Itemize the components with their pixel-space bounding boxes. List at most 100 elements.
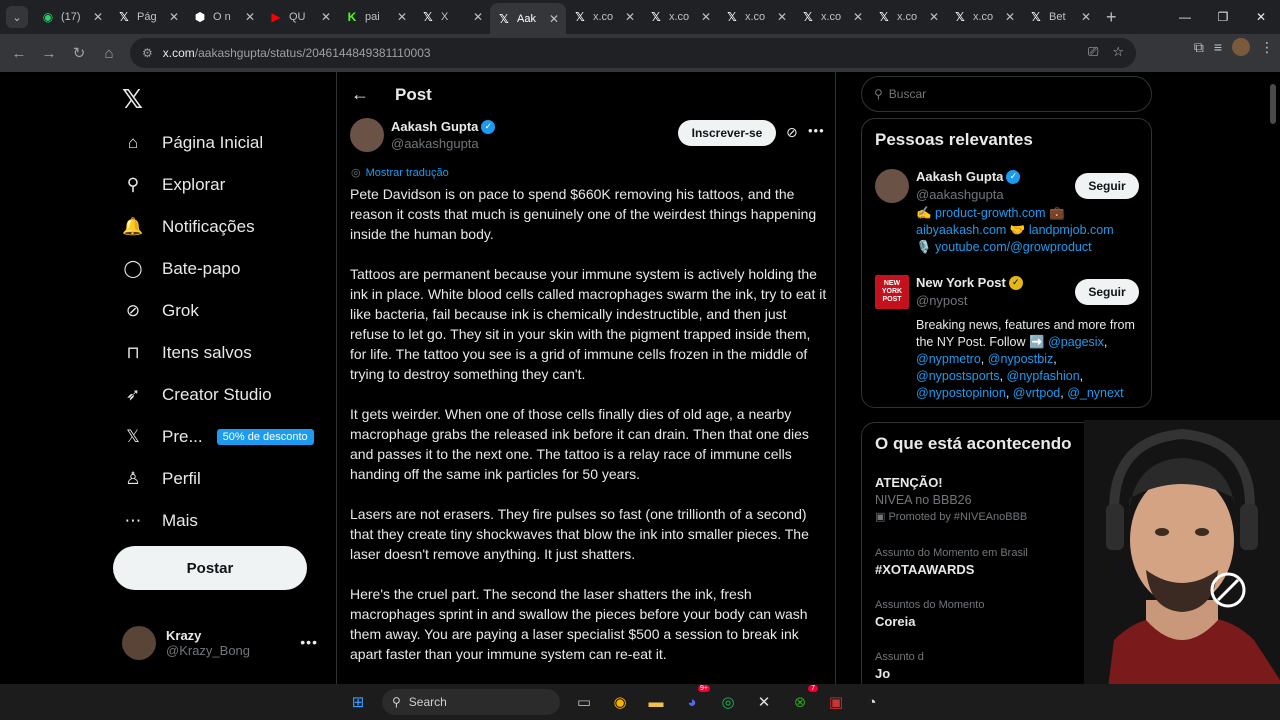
close-tab-icon[interactable]: ✕: [93, 10, 103, 24]
browser-tab[interactable]: 𝕏x.co ✕: [870, 3, 946, 31]
close-tab-icon[interactable]: ✕: [473, 10, 483, 24]
bio-link[interactable]: aibyaakash.com: [916, 223, 1006, 237]
more-icon[interactable]: •••: [808, 123, 825, 138]
browser-tab[interactable]: Kpai ✕: [338, 3, 414, 31]
search-input[interactable]: ⚲ Buscar: [861, 76, 1152, 112]
clock-app-icon[interactable]: ◔: [860, 690, 884, 714]
home-icon[interactable]: ⌂: [94, 38, 124, 68]
browser-tab[interactable]: 𝕏 Aak ✕: [490, 3, 566, 34]
nav-item-itens-salvos[interactable]: ⊓ Itens salvos: [114, 332, 314, 374]
bio-link[interactable]: @pagesix: [1048, 335, 1104, 349]
nav-item-pre-[interactable]: 𝕏 Pre... 50% de desconto: [114, 416, 314, 458]
grok-icon[interactable]: ⊘: [786, 124, 798, 141]
close-tab-icon[interactable]: ✕: [777, 10, 787, 24]
reload-icon[interactable]: ↻: [64, 38, 94, 68]
follow-button[interactable]: Seguir: [1075, 173, 1139, 199]
bio-link[interactable]: youtube.com/@growproduct: [935, 240, 1092, 254]
browser-tab[interactable]: 𝕏x.co ✕: [642, 3, 718, 31]
avatar[interactable]: [350, 118, 384, 152]
bio-link[interactable]: @_nynext: [1067, 386, 1123, 400]
bio-link[interactable]: product-growth.com: [935, 206, 1045, 220]
author-name[interactable]: Aakash Gupta ✓: [391, 119, 496, 134]
task-view-icon[interactable]: ▭: [572, 690, 596, 714]
capture-app-icon[interactable]: ▣: [824, 690, 848, 714]
windows-start-icon[interactable]: ⊞: [346, 690, 370, 714]
bookmark-star-icon[interactable]: ☆: [1112, 44, 1124, 60]
bio-link[interactable]: @vrtpod: [1013, 386, 1060, 400]
discord-icon[interactable]: ◕ 9+: [680, 685, 710, 714]
post-button[interactable]: Postar: [113, 546, 307, 590]
bio-link[interactable]: @nypostsports: [916, 369, 1000, 383]
install-app-icon[interactable]: ⎚: [1088, 44, 1098, 60]
nav-item-grok[interactable]: ⊘ Grok: [114, 290, 314, 332]
close-tab-icon[interactable]: ✕: [549, 12, 559, 26]
new-tab-button[interactable]: +: [1106, 7, 1117, 28]
person-name[interactable]: Aakash Gupta ✓: [916, 169, 1021, 184]
close-tab-icon[interactable]: ✕: [1005, 10, 1015, 24]
close-tab-icon[interactable]: ✕: [321, 10, 331, 24]
translate-link[interactable]: ◎ Mostrar tradução: [351, 166, 449, 180]
nav-item-explorar[interactable]: ⚲ Explorar: [114, 164, 314, 206]
browser-tab[interactable]: 𝕏x.co ✕: [946, 3, 1022, 31]
browser-tab[interactable]: 𝕏 X ✕: [414, 3, 490, 31]
x-premium-icon: 𝕏: [126, 427, 140, 446]
close-tab-icon[interactable]: ✕: [169, 10, 179, 24]
author-handle[interactable]: @aakashgupta: [391, 136, 479, 151]
avatar[interactable]: [875, 169, 909, 203]
nav-item-perfil[interactable]: ♙ Perfil: [114, 458, 314, 500]
address-bar[interactable]: ⚙ x.com/aakashgupta/status/2046144849381…: [130, 38, 1136, 68]
extensions-icon[interactable]: ⧉: [1194, 39, 1204, 56]
xbox-icon[interactable]: ⊗ 7: [788, 685, 818, 714]
close-icon[interactable]: ✕: [1242, 0, 1280, 34]
close-tab-icon[interactable]: ✕: [245, 10, 255, 24]
follow-button[interactable]: Seguir: [1075, 279, 1139, 305]
browser-tab[interactable]: 𝕏x.co ✕: [566, 3, 642, 31]
browser-tab[interactable]: 𝕏x.co ✕: [794, 3, 870, 31]
maximize-icon[interactable]: ❐: [1204, 0, 1242, 34]
taskbar-search[interactable]: ⚲ Search: [382, 689, 560, 715]
forward-arrow-icon[interactable]: →: [34, 38, 64, 68]
tab-search-button[interactable]: ⌄: [6, 6, 28, 28]
account-switcher[interactable]: Krazy @Krazy_Bong •••: [122, 626, 322, 660]
nav-item-bate-papo[interactable]: ◯ Bate-papo: [114, 248, 314, 290]
nav-item-creator-studio[interactable]: ➶ Creator Studio: [114, 374, 314, 416]
bio-link[interactable]: @nypmetro: [916, 352, 981, 366]
nypost-logo[interactable]: NEW YORK POST: [875, 275, 909, 309]
close-tab-icon[interactable]: ✕: [701, 10, 711, 24]
file-explorer-icon[interactable]: ▬: [644, 690, 668, 714]
browser-tab[interactable]: ◉ (17) ✕: [34, 3, 110, 31]
site-info-icon[interactable]: ⚙: [142, 46, 153, 60]
browser-tab[interactable]: 𝕏 Bet ✕: [1022, 3, 1098, 31]
bio-link[interactable]: @nypostbiz: [988, 352, 1054, 366]
browser-menu-icon[interactable]: ⋮: [1260, 39, 1274, 56]
spotify-icon[interactable]: ◎: [716, 690, 740, 714]
close-tab-icon[interactable]: ✕: [1081, 10, 1091, 24]
page-scrollbar[interactable]: [1270, 84, 1276, 124]
close-tab-icon[interactable]: ✕: [397, 10, 407, 24]
nav-item-mais[interactable]: ⋯ Mais: [114, 500, 314, 542]
subscribe-button[interactable]: Inscrever-se: [678, 120, 776, 146]
close-tab-icon[interactable]: ✕: [625, 10, 635, 24]
nav-item-notifica-es[interactable]: 🔔 Notificações: [114, 206, 314, 248]
browser-tab[interactable]: ▶ QU ✕: [262, 3, 338, 31]
nav-item-p-gina-inicial[interactable]: ⌂ Página Inicial: [114, 122, 314, 164]
tools-icon[interactable]: ✕: [752, 690, 776, 714]
back-arrow-icon[interactable]: ←: [4, 38, 34, 68]
close-tab-icon[interactable]: ✕: [853, 10, 863, 24]
close-tab-icon[interactable]: ✕: [929, 10, 939, 24]
bio-link[interactable]: @nypostopinion: [916, 386, 1006, 400]
x-logo-icon[interactable]: 𝕏: [122, 84, 143, 115]
bio-link[interactable]: @nypfashion: [1007, 369, 1080, 383]
browser-tab[interactable]: 𝕏 Pág ✕: [110, 3, 186, 31]
minimize-icon[interactable]: —: [1166, 0, 1204, 34]
person-name[interactable]: New York Post ✓: [916, 275, 1023, 290]
browser-tab[interactable]: 𝕏x.co ✕: [718, 3, 794, 31]
media-control-icon[interactable]: ≡: [1214, 39, 1222, 55]
chrome-icon[interactable]: ◉: [608, 690, 632, 714]
more-icon[interactable]: •••: [300, 634, 318, 650]
browser-tab[interactable]: ⬢ O n ✕: [186, 3, 262, 31]
notification-badge: 7: [808, 685, 818, 692]
back-arrow-icon[interactable]: ←: [351, 84, 369, 105]
profile-avatar[interactable]: [1232, 38, 1250, 56]
bio-link[interactable]: landpmjob.com: [1029, 223, 1114, 237]
